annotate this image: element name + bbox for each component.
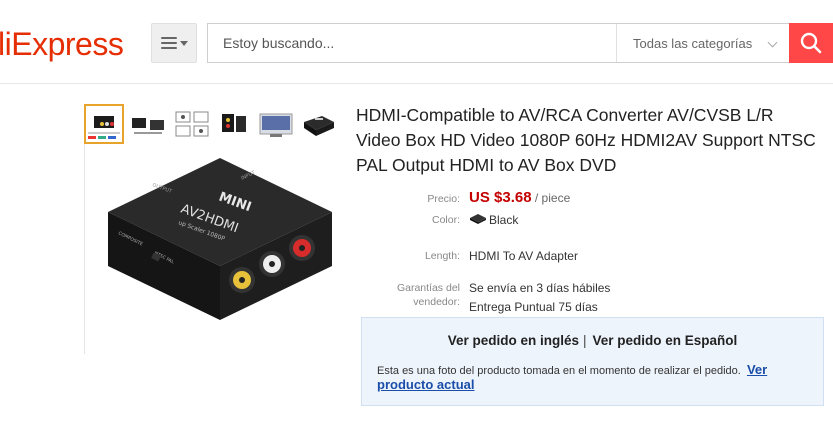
- site-header: liExpress Todas las categorías: [0, 0, 833, 84]
- category-select[interactable]: Todas las categorías: [616, 24, 790, 62]
- price-row: US $3.68 / piece: [469, 189, 570, 207]
- rca-red-jack: [289, 235, 315, 261]
- order-note: Esta es una foto del producto tomada en …: [377, 363, 807, 393]
- thumbnail-4[interactable]: [214, 104, 254, 144]
- thumbnail-3[interactable]: [172, 104, 212, 144]
- length-value: HDMI To AV Adapter: [469, 249, 578, 263]
- view-order-english-link[interactable]: Ver pedido en inglés: [448, 333, 579, 348]
- warranty-label-2: vendedor:: [413, 296, 460, 308]
- color-option[interactable]: Black: [469, 212, 518, 229]
- product-main-image: MINI AV2HDMI up Scaler 1080P INPUT OUTPU…: [108, 158, 332, 320]
- price-value: US $3.68: [469, 189, 532, 206]
- search-bar: Todas las categorías: [207, 23, 789, 63]
- rca-yellow-jack: [229, 267, 255, 293]
- thumbnail-6-image: [304, 116, 334, 136]
- price-label: Precio:: [427, 193, 460, 205]
- color-value: Black: [489, 213, 519, 227]
- link-separator: |: [582, 333, 587, 348]
- warranty-value-1: Se envía en 3 días hábiles: [469, 281, 611, 295]
- length-label: Length:: [424, 250, 460, 262]
- hamburger-icon: [160, 37, 177, 49]
- search-button[interactable]: [789, 23, 833, 63]
- thumbnail-5-image: [259, 113, 293, 137]
- color-label: Color:: [431, 214, 460, 226]
- caret-down-icon: [179, 41, 188, 46]
- thumbnail-2-image: [132, 118, 164, 134]
- thumbnail-strip: [84, 104, 344, 144]
- thumbnail-6[interactable]: [298, 104, 338, 144]
- warranty-label-1: Garantías del: [396, 282, 460, 294]
- order-language-links: Ver pedido en inglés | Ver pedido en Españ…: [362, 333, 823, 348]
- category-menu-button[interactable]: [151, 23, 197, 63]
- thumbnail-5[interactable]: [256, 104, 296, 144]
- color-swatch-icon: [470, 214, 486, 224]
- thumbnail-4-image: [222, 114, 246, 132]
- order-note-text: Esta es una foto del producto tomada en …: [377, 365, 741, 377]
- view-order-spanish-link[interactable]: Ver pedido en Español: [593, 333, 738, 348]
- thumbnail-3-image: [175, 111, 209, 137]
- thumbnail-1-image: [88, 116, 120, 139]
- chevron-down-icon: [767, 37, 778, 48]
- product-title: HDMI-Compatible to AV/RCA Converter AV/C…: [356, 105, 816, 175]
- order-snapshot-box: Ver pedido en inglés | Ver pedido en Españ…: [361, 317, 824, 406]
- thumbnail-2[interactable]: [128, 104, 168, 144]
- thumbnail-1[interactable]: [84, 104, 124, 144]
- search-icon: [800, 32, 822, 54]
- search-input[interactable]: [208, 24, 613, 62]
- warranty-value-2: Entrega Puntual 75 días: [469, 300, 598, 314]
- price-unit: / piece: [534, 191, 571, 205]
- aliexpress-logo[interactable]: liExpress: [0, 24, 124, 64]
- category-select-label: Todas las categorías: [633, 35, 753, 51]
- rca-white-jack: [259, 251, 285, 277]
